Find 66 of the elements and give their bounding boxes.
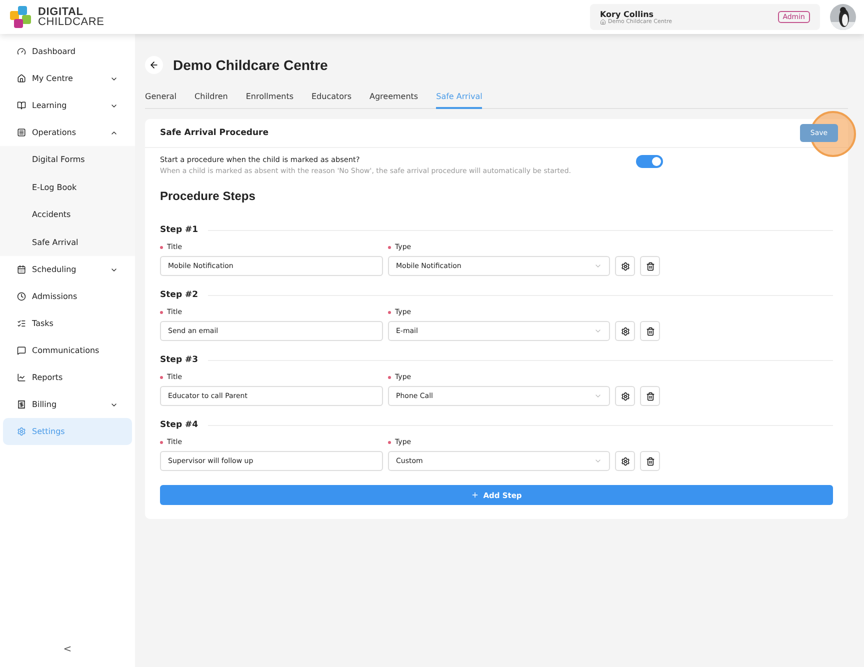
gear-icon bbox=[620, 456, 630, 466]
chevron-down-icon bbox=[594, 327, 602, 335]
settings-button[interactable] bbox=[615, 256, 635, 276]
gear-icon bbox=[620, 392, 630, 400]
nav-item[interactable]: Communications bbox=[3, 337, 132, 364]
tab[interactable]: Children bbox=[194, 92, 228, 109]
delete-button[interactable] bbox=[640, 386, 660, 406]
gear-icon bbox=[620, 326, 630, 336]
nav-subitem[interactable]: Safe Arrival bbox=[0, 228, 135, 256]
trash-icon bbox=[646, 262, 654, 270]
chevron-down-icon bbox=[594, 392, 602, 400]
gear-icon bbox=[620, 262, 630, 270]
chevron-down-icon bbox=[594, 262, 602, 270]
nav-subitem[interactable]: Accidents bbox=[0, 201, 135, 228]
nav-item[interactable]: Billing bbox=[3, 391, 132, 418]
tab[interactable]: Educators bbox=[312, 92, 352, 109]
step-heading: Step #4 bbox=[160, 420, 198, 430]
tab[interactable]: General bbox=[145, 92, 177, 109]
trash-icon bbox=[646, 392, 654, 400]
home-icon bbox=[600, 18, 606, 24]
nav-item[interactable]: Admissions bbox=[3, 283, 132, 310]
nav-subitem[interactable]: E-Log Book bbox=[0, 174, 135, 201]
chevron-down-icon bbox=[594, 457, 602, 465]
clock-icon bbox=[17, 292, 26, 301]
nav-item[interactable]: Scheduling bbox=[3, 256, 132, 283]
book-icon bbox=[17, 101, 26, 110]
receipt-icon bbox=[17, 400, 26, 409]
nav-item[interactable]: Dashboard bbox=[3, 38, 132, 65]
step-heading: Step #1 bbox=[160, 225, 198, 235]
brand-name: DIGITAL CHILDCARE bbox=[38, 7, 104, 27]
delete-button[interactable] bbox=[640, 451, 660, 471]
chart-icon bbox=[17, 373, 26, 382]
section-title: Procedure Steps bbox=[160, 189, 256, 203]
nav-item[interactable]: Tasks bbox=[3, 310, 132, 337]
gauge-icon bbox=[17, 47, 26, 56]
settings-button[interactable] bbox=[615, 386, 635, 406]
nav-item[interactable]: Operations bbox=[3, 119, 132, 146]
nav-item[interactable]: My Centre bbox=[3, 65, 132, 92]
settings-button[interactable] bbox=[615, 321, 635, 341]
form-icon bbox=[17, 128, 26, 137]
tab[interactable]: Agreements bbox=[370, 92, 418, 109]
settings-button[interactable] bbox=[615, 451, 635, 471]
tab[interactable]: Enrollments bbox=[246, 92, 294, 109]
trash-icon bbox=[646, 456, 654, 466]
nav-item[interactable]: Learning bbox=[3, 92, 132, 119]
trash-icon bbox=[646, 326, 654, 336]
back-arrow-icon bbox=[149, 60, 159, 70]
collapse-button[interactable]: < bbox=[61, 644, 74, 655]
list-icon bbox=[17, 319, 26, 328]
calendar-icon bbox=[17, 265, 26, 274]
home-icon bbox=[17, 74, 26, 83]
delete-button[interactable] bbox=[640, 256, 660, 276]
user-name: Kory Collins bbox=[600, 10, 654, 18]
puzzle-logo-icon bbox=[8, 4, 34, 30]
nav-subitem[interactable]: Digital Forms bbox=[0, 146, 135, 174]
card-title: Safe Arrival Procedure bbox=[160, 128, 268, 138]
back-button[interactable] bbox=[145, 56, 163, 74]
chat-icon bbox=[17, 346, 26, 355]
step-heading: Step #3 bbox=[160, 355, 198, 365]
plus-icon bbox=[471, 491, 480, 499]
nav-item[interactable]: Reports bbox=[3, 364, 132, 391]
settings-icon bbox=[17, 427, 26, 436]
step-heading: Step #2 bbox=[160, 290, 198, 300]
page-title: Demo Childcare Centre bbox=[173, 57, 328, 73]
toggle-switch[interactable] bbox=[636, 155, 663, 168]
delete-button[interactable] bbox=[640, 321, 660, 341]
